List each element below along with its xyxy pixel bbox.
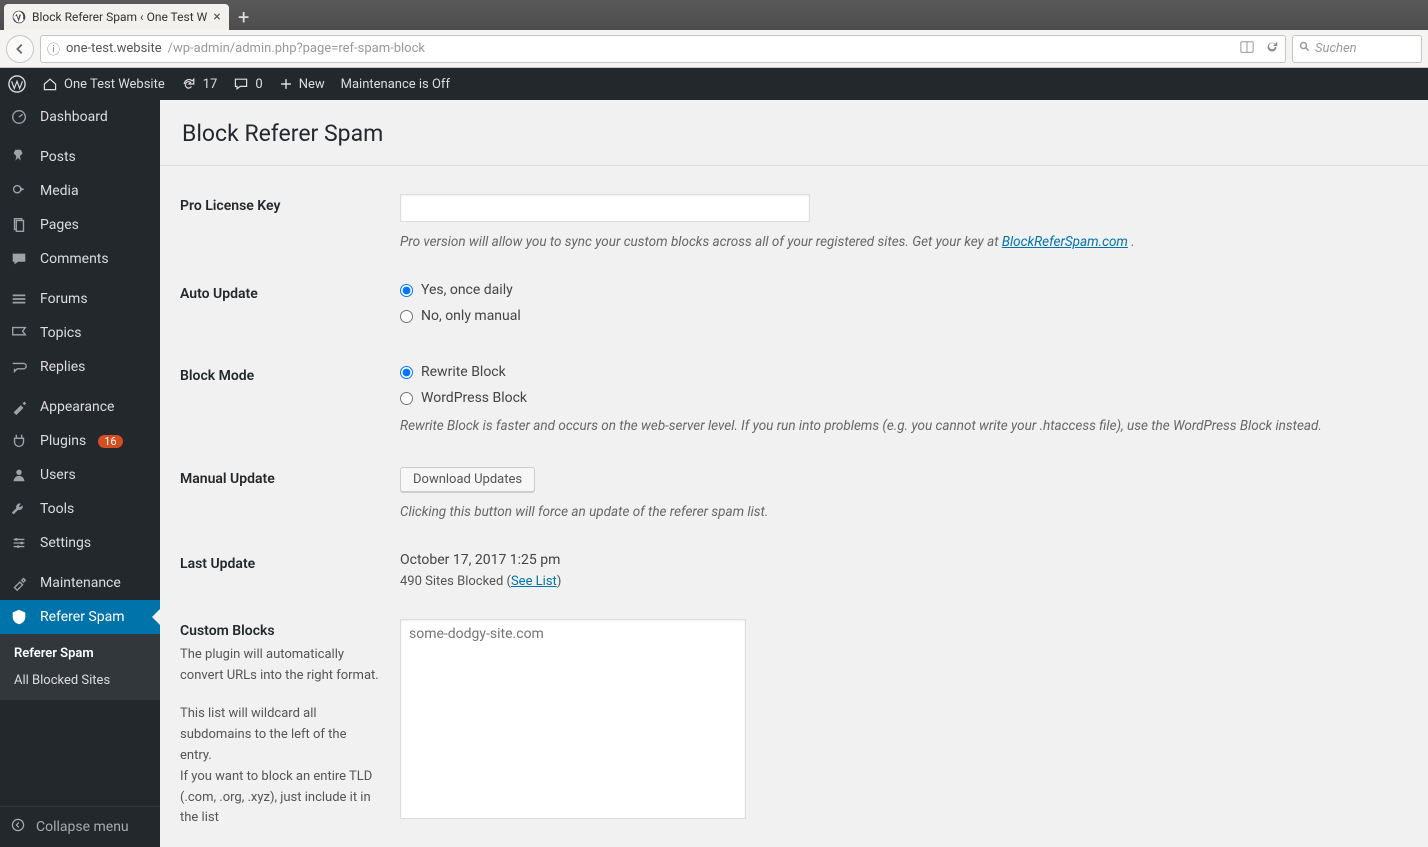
menu-pages[interactable]: Pages bbox=[0, 208, 160, 242]
updates-link[interactable]: 17 bbox=[181, 76, 218, 92]
wp-admin-bar: One Test Website 17 0 New Maintenance is… bbox=[0, 68, 1428, 100]
menu-referer-spam[interactable]: Referer Spam bbox=[0, 600, 160, 634]
label-block-mode: Block Mode bbox=[180, 354, 400, 456]
block-mode-rewrite-label: Rewrite Block bbox=[421, 364, 506, 380]
comment-icon bbox=[10, 250, 30, 268]
pin-icon bbox=[10, 148, 30, 166]
block-refer-spam-link[interactable]: BlockReferSpam.com bbox=[1002, 234, 1128, 250]
maintenance-status[interactable]: Maintenance is Off bbox=[341, 77, 450, 92]
divider bbox=[160, 165, 1428, 166]
custom-blocks-help-1: The plugin will automatically convert UR… bbox=[180, 645, 380, 687]
custom-blocks-textarea[interactable] bbox=[400, 619, 746, 819]
menu-topics[interactable]: Topics bbox=[0, 316, 160, 350]
users-icon bbox=[10, 466, 30, 484]
url-path: /wp-admin/admin.php?page=ref-spam-block bbox=[168, 41, 425, 56]
menu-tools[interactable]: Tools bbox=[0, 492, 160, 526]
pages-icon bbox=[10, 216, 30, 234]
address-bar-row: ⓘ one-test.website/wp-admin/admin.php?pa… bbox=[0, 30, 1428, 68]
custom-blocks-help-3: If you want to block an entire TLD (.com… bbox=[180, 767, 380, 829]
license-key-input[interactable] bbox=[400, 194, 810, 222]
new-content-link[interactable]: New bbox=[279, 77, 325, 92]
comment-icon bbox=[233, 76, 249, 92]
auto-update-no-label: No, only manual bbox=[421, 308, 521, 324]
plugins-badge: 16 bbox=[98, 435, 122, 448]
see-list-link[interactable]: See List bbox=[511, 574, 557, 589]
menu-replies[interactable]: Replies bbox=[0, 350, 160, 384]
block-mode-description: Rewrite Block is faster and occurs on th… bbox=[400, 416, 1398, 436]
label-license-key: Pro License Key bbox=[180, 184, 400, 272]
wp-logo[interactable] bbox=[8, 75, 26, 93]
wordpress-icon bbox=[12, 10, 26, 24]
block-mode-rewrite-radio[interactable] bbox=[400, 366, 413, 379]
wordpress-icon bbox=[8, 75, 26, 93]
admin-sidebar: Dashboard Posts Media Pages Comments For… bbox=[0, 100, 160, 847]
manual-update-description: Clicking this button will force an updat… bbox=[400, 502, 1398, 522]
content-area: Block Referer Spam Pro License Key Pro v… bbox=[160, 100, 1428, 847]
submenu-referer-spam: Referer Spam All Blocked Sites bbox=[0, 634, 160, 700]
menu-maintenance[interactable]: Maintenance bbox=[0, 566, 160, 600]
last-update-value: October 17, 2017 1:25 pm bbox=[400, 552, 1398, 568]
menu-users[interactable]: Users bbox=[0, 458, 160, 492]
menu-comments[interactable]: Comments bbox=[0, 242, 160, 276]
dashboard-icon bbox=[10, 108, 30, 126]
plugins-icon bbox=[10, 432, 30, 450]
reload-icon[interactable] bbox=[1265, 40, 1279, 58]
menu-posts[interactable]: Posts bbox=[0, 140, 160, 174]
license-description: Pro version will allow you to sync your … bbox=[400, 232, 1398, 252]
download-updates-button[interactable]: Download Updates bbox=[400, 467, 535, 492]
label-manual-update: Manual Update bbox=[180, 457, 400, 542]
custom-blocks-help-2: This list will wildcard all subdomains t… bbox=[180, 704, 380, 766]
tools-icon bbox=[10, 500, 30, 518]
home-icon bbox=[42, 76, 58, 92]
reader-mode-icon[interactable] bbox=[1239, 40, 1255, 58]
comments-link[interactable]: 0 bbox=[233, 76, 262, 92]
new-tab-button[interactable]: + bbox=[231, 4, 257, 30]
browser-search[interactable]: Suchen bbox=[1292, 35, 1422, 63]
label-custom-blocks: Custom Blocks bbox=[180, 623, 390, 639]
block-mode-wp-label: WordPress Block bbox=[421, 390, 527, 406]
menu-forums[interactable]: Forums bbox=[0, 282, 160, 316]
settings-icon bbox=[10, 534, 30, 552]
media-icon bbox=[10, 182, 30, 200]
auto-update-no-radio[interactable] bbox=[400, 310, 413, 323]
menu-media[interactable]: Media bbox=[0, 174, 160, 208]
submenu-referer-spam-main[interactable]: Referer Spam bbox=[0, 640, 160, 667]
collapse-menu[interactable]: Collapse menu bbox=[0, 806, 160, 847]
appearance-icon bbox=[10, 398, 30, 416]
blocked-count-note: 490 Sites Blocked (See List) bbox=[400, 574, 1398, 589]
page-title: Block Referer Spam bbox=[182, 120, 1408, 147]
replies-icon bbox=[10, 358, 30, 376]
maintenance-icon bbox=[10, 574, 30, 592]
submenu-all-blocked-sites[interactable]: All Blocked Sites bbox=[0, 667, 160, 694]
tab-strip: Block Referer Spam ‹ One Test W × + bbox=[0, 0, 1428, 30]
search-placeholder: Suchen bbox=[1315, 41, 1357, 56]
close-icon[interactable]: × bbox=[213, 9, 220, 25]
browser-tab-title: Block Referer Spam ‹ One Test W bbox=[32, 10, 207, 24]
forums-icon bbox=[10, 290, 30, 308]
menu-plugins[interactable]: Plugins 16 bbox=[0, 424, 160, 458]
label-last-update: Last Update bbox=[180, 542, 400, 609]
search-icon bbox=[1299, 41, 1311, 57]
shield-icon bbox=[10, 608, 30, 626]
browser-chrome: Block Referer Spam ‹ One Test W × + ⓘ on… bbox=[0, 0, 1428, 68]
updates-icon bbox=[181, 76, 197, 92]
auto-update-yes-label: Yes, once daily bbox=[421, 282, 513, 298]
collapse-icon bbox=[10, 817, 26, 837]
browser-tab[interactable]: Block Referer Spam ‹ One Test W × bbox=[4, 4, 229, 30]
plus-icon bbox=[279, 77, 293, 91]
url-host: one-test.website bbox=[66, 41, 162, 56]
topics-icon bbox=[10, 324, 30, 342]
url-bar[interactable]: ⓘ one-test.website/wp-admin/admin.php?pa… bbox=[40, 35, 1286, 63]
menu-dashboard[interactable]: Dashboard bbox=[0, 100, 160, 134]
site-name-link[interactable]: One Test Website bbox=[42, 76, 165, 92]
label-auto-update: Auto Update bbox=[180, 272, 400, 354]
menu-appearance[interactable]: Appearance bbox=[0, 390, 160, 424]
auto-update-yes-radio[interactable] bbox=[400, 284, 413, 297]
info-icon: ⓘ bbox=[47, 39, 60, 58]
block-mode-wp-radio[interactable] bbox=[400, 392, 413, 405]
back-button[interactable] bbox=[6, 35, 34, 63]
menu-settings[interactable]: Settings bbox=[0, 526, 160, 560]
